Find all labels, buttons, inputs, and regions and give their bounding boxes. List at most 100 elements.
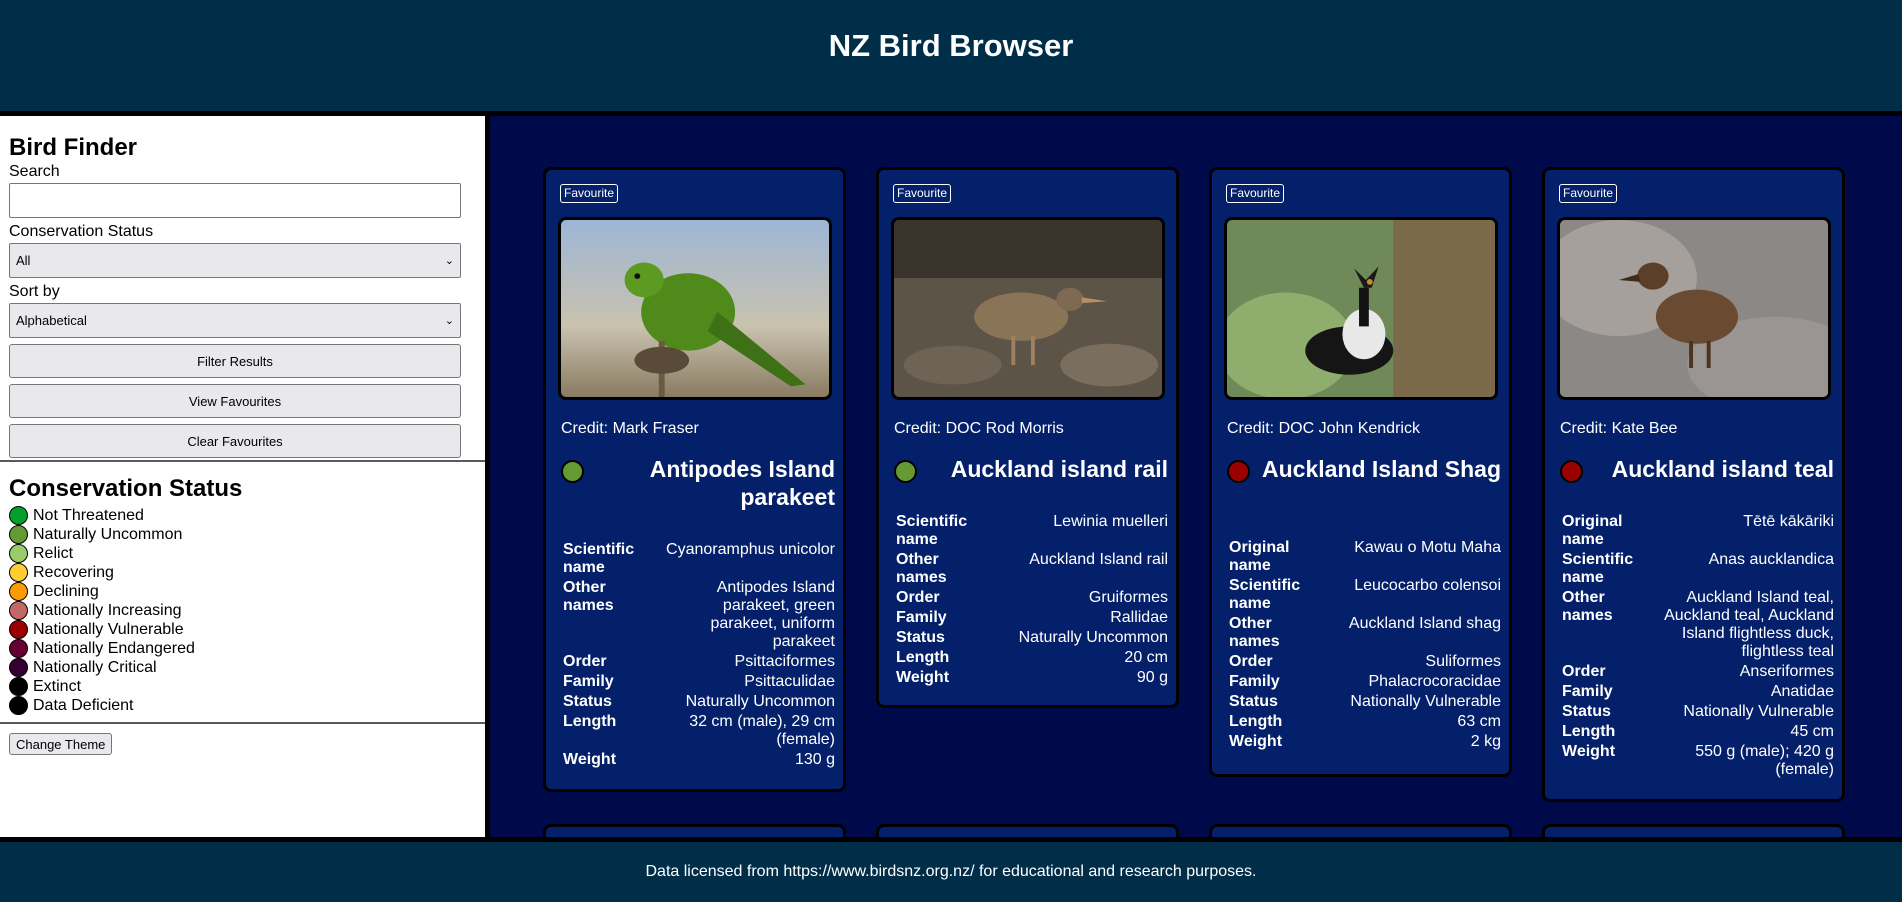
footer-license-text: Data licensed from https://www.birdsnz.o… [645, 863, 1257, 880]
fact-value: 63 cm [1457, 713, 1501, 730]
fact-row: Status Naturally Uncommon [894, 628, 1170, 648]
fact-row: Status Nationally Vulnerable [1227, 692, 1503, 712]
favourite-button[interactable]: Favourite [1226, 184, 1285, 203]
fact-value: Nationally Vulnerable [1683, 703, 1834, 720]
bird-title-row: Auckland island teal [1560, 455, 1834, 483]
fact-label: Other names [1562, 589, 1613, 624]
fact-row: Family Phalacrocoracidae [1227, 672, 1503, 692]
fact-value: Psittaculidae [744, 673, 835, 690]
status-dot [9, 525, 28, 544]
chevron-down-icon: ⌄ [444, 255, 454, 267]
fact-value: Auckland Island teal, Auckland teal, Auc… [1664, 589, 1834, 660]
fact-row: Other names Antipodes Island parakeet, gr… [561, 578, 837, 652]
fact-row: Scientific name Leucocarbo colensoi [1227, 576, 1503, 614]
legend-item: Not Threatened [9, 506, 195, 525]
bird-card-grid: Favourite Credit: Mark Fraser Antipodes … [490, 116, 1902, 837]
fact-row: Scientific name Lewinia muelleri [894, 512, 1170, 550]
fact-label: Family [896, 609, 947, 626]
fact-row: Length 32 cm (male), 29 cm (female) [561, 712, 837, 750]
chevron-down-icon: ⌄ [444, 315, 454, 327]
fact-row: Length 20 cm [894, 648, 1170, 668]
fact-label: Original name [1229, 539, 1290, 574]
fact-label: Scientific name [1562, 551, 1634, 586]
bird-name: Auckland island teal [1611, 456, 1834, 482]
legend-title: Conservation Status [9, 475, 243, 502]
fact-value: Antipodes Island parakeet, green parakee… [710, 579, 835, 650]
fact-row: Other names Auckland Island rail [894, 550, 1170, 588]
fact-row: Length 45 cm [1560, 722, 1836, 742]
search-input[interactable] [9, 183, 461, 218]
fact-value: Nationally Vulnerable [1350, 693, 1501, 710]
bird-card [543, 824, 846, 837]
fact-label: Weight [896, 669, 950, 686]
status-dot [1560, 460, 1583, 483]
app-header: NZ Bird Browser [0, 0, 1902, 111]
fact-label: Family [563, 673, 614, 690]
bird-card: Favourite Credit: Kate Bee Auckland isla… [1542, 167, 1845, 802]
status-dot [1227, 460, 1250, 483]
fact-label: Original name [1562, 513, 1623, 548]
bird-photo [1224, 217, 1498, 400]
favourite-button[interactable]: Favourite [560, 184, 619, 203]
fact-value: Auckland Island shag [1348, 615, 1501, 632]
fact-row: Weight 550 g (male); 420 g (female) [1560, 742, 1836, 780]
status-dot [9, 563, 28, 582]
fact-label: Status [1562, 703, 1611, 720]
favourite-button[interactable]: Favourite [893, 184, 952, 203]
photo-credit: Credit: DOC John Kendrick [1227, 420, 1420, 437]
fact-row: Weight 130 g [561, 750, 837, 770]
fact-value: 550 g (male); 420 g (female) [1695, 743, 1834, 778]
fact-label: Length [896, 649, 950, 666]
bird-photo [558, 217, 832, 400]
legend-item: Nationally Vulnerable [9, 620, 195, 639]
filter-results-button[interactable]: Filter Results [9, 344, 461, 378]
bird-facts-table: Original name Tētē kākāriki Scientific na… [1560, 512, 1836, 780]
sort-by-select[interactable]: Alphabetical ⌄ [9, 303, 461, 338]
bird-card [1542, 824, 1845, 837]
fact-value: Cyanoramphus unicolor [666, 541, 835, 558]
fact-row: Original name Tētē kākāriki [1560, 512, 1836, 550]
fact-value: Rallidae [1110, 609, 1168, 626]
fact-row: Status Naturally Uncommon [561, 692, 837, 712]
fact-label: Other names [896, 551, 947, 586]
fact-value: Anseriformes [1739, 663, 1834, 680]
status-dot [894, 460, 917, 483]
status-dot [9, 582, 28, 601]
view-favourites-button[interactable]: View Favourites [9, 384, 461, 418]
legend-item: Nationally Increasing [9, 601, 195, 620]
favourite-button[interactable]: Favourite [1559, 184, 1618, 203]
fact-row: Order Suliformes [1227, 652, 1503, 672]
bird-card: Favourite Credit: DOC John Kendrick Auck… [1209, 167, 1512, 777]
bird-facts-table: Original name Kawau o Motu Maha Scientifi… [1227, 538, 1503, 752]
fact-value: Anas aucklandica [1708, 551, 1834, 568]
fact-row: Weight 2 kg [1227, 732, 1503, 752]
bird-photo [891, 217, 1165, 400]
bird-card [1209, 824, 1512, 837]
photo-credit: Credit: Mark Fraser [561, 420, 699, 437]
fact-label: Other names [563, 579, 614, 614]
fact-row: Family Rallidae [894, 608, 1170, 628]
fact-label: Other names [1229, 615, 1280, 650]
fact-row: Weight 90 g [894, 668, 1170, 688]
fact-label: Order [563, 653, 607, 670]
fact-label: Status [896, 629, 945, 646]
app-title: NZ Bird Browser [828, 27, 1074, 63]
fact-value: 130 g [794, 751, 835, 768]
fact-value: Tētē kākāriki [1743, 513, 1834, 530]
conservation-status-select[interactable]: All ⌄ [9, 243, 461, 278]
fact-value: Gruiformes [1088, 589, 1168, 606]
legend-item: Relict [9, 544, 195, 563]
legend-item: Nationally Critical [9, 658, 195, 677]
fact-label: Weight [1562, 743, 1616, 760]
fact-value: 32 cm (male), 29 cm (female) [689, 713, 835, 748]
change-theme-button[interactable]: Change Theme [9, 733, 113, 755]
bird-facts-table: Scientific name Cyanoramphus unicolor Oth… [561, 540, 837, 770]
fact-value: Lewinia muelleri [1053, 513, 1168, 530]
photo-credit: Credit: Kate Bee [1560, 420, 1678, 437]
fact-value: Anatidae [1770, 683, 1834, 700]
bird-card: Favourite Credit: Mark Fraser Antipodes … [543, 167, 846, 792]
fact-value: Kawau o Motu Maha [1354, 539, 1501, 556]
fact-value: Psittaciformes [734, 653, 835, 670]
fact-value: 20 cm [1124, 649, 1168, 666]
clear-favourites-button[interactable]: Clear Favourites [9, 424, 461, 458]
